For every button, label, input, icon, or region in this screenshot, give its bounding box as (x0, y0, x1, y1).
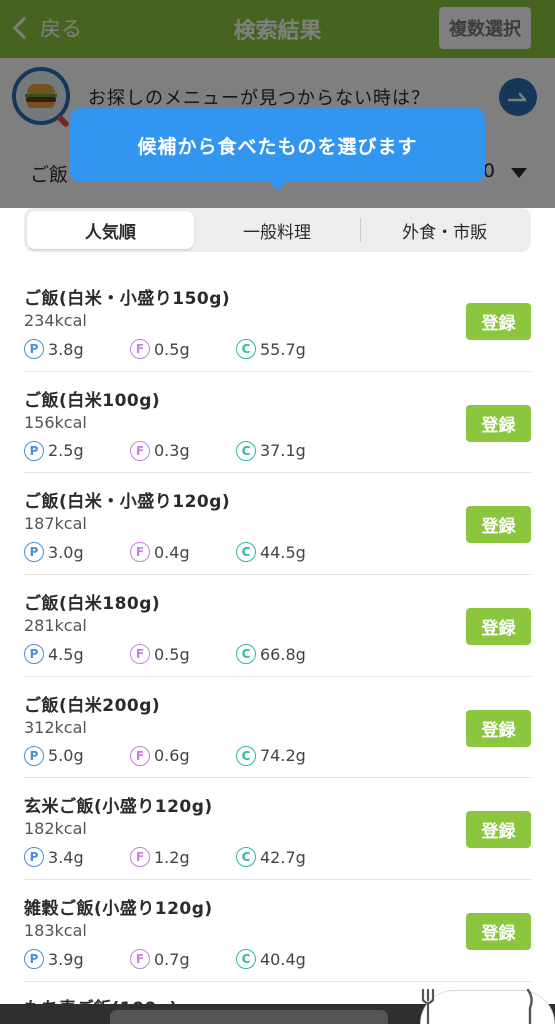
protein-icon: P (24, 440, 44, 461)
food-kcal: 281kcal (24, 616, 87, 636)
carb-icon: C (236, 542, 256, 563)
protein-value: P 5.0g (24, 745, 84, 766)
bottom-sheet-handle[interactable] (110, 1010, 388, 1024)
food-kcal: 156kcal (24, 412, 87, 432)
carb-icon: C (236, 745, 256, 766)
protein-value: P 3.9g (24, 949, 84, 970)
knife-icon (526, 988, 533, 1024)
fat-value: F 0.5g (130, 339, 190, 359)
protein-value: P 3.0g (24, 542, 84, 563)
carb-icon: C (236, 440, 256, 461)
list-item[interactable]: 玄米ご飯(小盛り120g) 182kcal P 3.4g F 1.2g C 42.7g… (24, 778, 531, 881)
food-kcal: 187kcal (24, 514, 87, 534)
list-item[interactable]: ご飯(白米・小盛り120g) 187kcal P 3.0g F 0.4g C 44.5… (24, 473, 531, 576)
peek-food-name[interactable]: もち麦ご飯(100g) (24, 994, 178, 1004)
food-name: 玄米ご飯(小盛り120g) (24, 797, 213, 818)
fat-value: F 0.7g (130, 949, 190, 970)
register-button[interactable]: 登録 (466, 913, 531, 951)
protein-icon: P (24, 745, 44, 766)
carb-value: C 66.8g (236, 644, 306, 665)
tab-general-dishes[interactable]: 一般料理 (194, 211, 361, 249)
register-button[interactable]: 登録 (466, 608, 531, 646)
carb-value: C 37.1g (236, 440, 306, 461)
carb-icon: C (236, 339, 256, 359)
list-item[interactable]: ご飯(白米200g) 312kcal P 5.0g F 0.6g C 74.2g 登録 (24, 677, 531, 779)
fat-value: F 0.5g (130, 644, 190, 665)
protein-icon: P (24, 644, 44, 665)
carb-value: C 42.7g (236, 847, 306, 868)
tab-eating-out-retail[interactable]: 外食・市販 (361, 211, 528, 249)
food-kcal: 234kcal (24, 311, 87, 330)
list-item[interactable]: ご飯(白米100g) 156kcal P 2.5g F 0.3g C 37.1g 登録 (24, 372, 531, 474)
protein-icon: P (24, 542, 44, 563)
fat-icon: F (130, 745, 150, 766)
food-name: ご飯(白米・小盛り120g) (24, 492, 231, 513)
carb-icon: C (236, 949, 256, 970)
carb-value: C 40.4g (236, 949, 306, 970)
fat-value: F 1.2g (130, 847, 190, 868)
carb-icon: C (236, 847, 256, 868)
protein-value: P 2.5g (24, 440, 84, 461)
register-button[interactable]: 登録 (466, 404, 531, 442)
register-button[interactable]: 登録 (466, 811, 531, 849)
list-item[interactable]: ご飯(白米180g) 281kcal P 4.5g F 0.5g C 66.8g 登録 (24, 575, 531, 677)
onboarding-tooltip[interactable]: 候補から食べたものを選びます (70, 108, 485, 182)
fat-icon: F (130, 339, 150, 359)
list-item[interactable]: 雑穀ご飯(小盛り120g) 183kcal P 3.9g F 0.7g C 40.4g… (24, 880, 531, 982)
register-button[interactable]: 登録 (466, 506, 531, 544)
food-kcal: 312kcal (24, 717, 87, 737)
food-kcal: 182kcal (24, 819, 87, 839)
food-name: ご飯(白米100g) (24, 390, 161, 411)
list-item[interactable]: ご飯(白米・小盛り150g) 234kcal P 3.8g F 0.5g C 55.7… (24, 270, 531, 372)
food-kcal: 183kcal (24, 921, 87, 941)
carb-icon: C (236, 644, 256, 665)
register-button[interactable]: 登録 (466, 709, 531, 747)
carb-value: C 74.2g (236, 745, 306, 766)
register-button[interactable]: 登録 (466, 303, 531, 340)
result-list: ご飯(白米・小盛り150g) 234kcal P 3.8g F 0.5g C 55.7… (0, 270, 555, 982)
fat-icon: F (130, 440, 150, 461)
fat-value: F 0.3g (130, 440, 190, 461)
fat-icon: F (130, 949, 150, 970)
fork-icon (421, 988, 435, 1024)
tab-popular[interactable]: 人気順 (27, 211, 194, 249)
food-name: 雑穀ご飯(小盛り120g) (24, 899, 213, 920)
sort-tabs: 人気順 一般料理 外食・市販 (24, 208, 531, 252)
protein-value: P 4.5g (24, 644, 84, 665)
carb-value: C 55.7g (236, 339, 306, 359)
food-name: ご飯(白米200g) (24, 695, 161, 716)
carb-value: C 44.5g (236, 542, 306, 563)
fat-value: F 0.4g (130, 542, 190, 563)
protein-value: P 3.4g (24, 847, 84, 868)
food-name: ご飯(白米180g) (24, 594, 161, 615)
tooltip-pointer (268, 180, 288, 191)
fat-icon: F (130, 644, 150, 665)
food-name: ご飯(白米・小盛り150g) (24, 289, 231, 309)
protein-icon: P (24, 847, 44, 868)
protein-value: P 3.8g (24, 339, 84, 359)
protein-icon: P (24, 949, 44, 970)
fat-icon: F (130, 847, 150, 868)
protein-icon: P (24, 339, 44, 359)
fat-icon: F (130, 542, 150, 563)
fat-value: F 0.6g (130, 745, 190, 766)
